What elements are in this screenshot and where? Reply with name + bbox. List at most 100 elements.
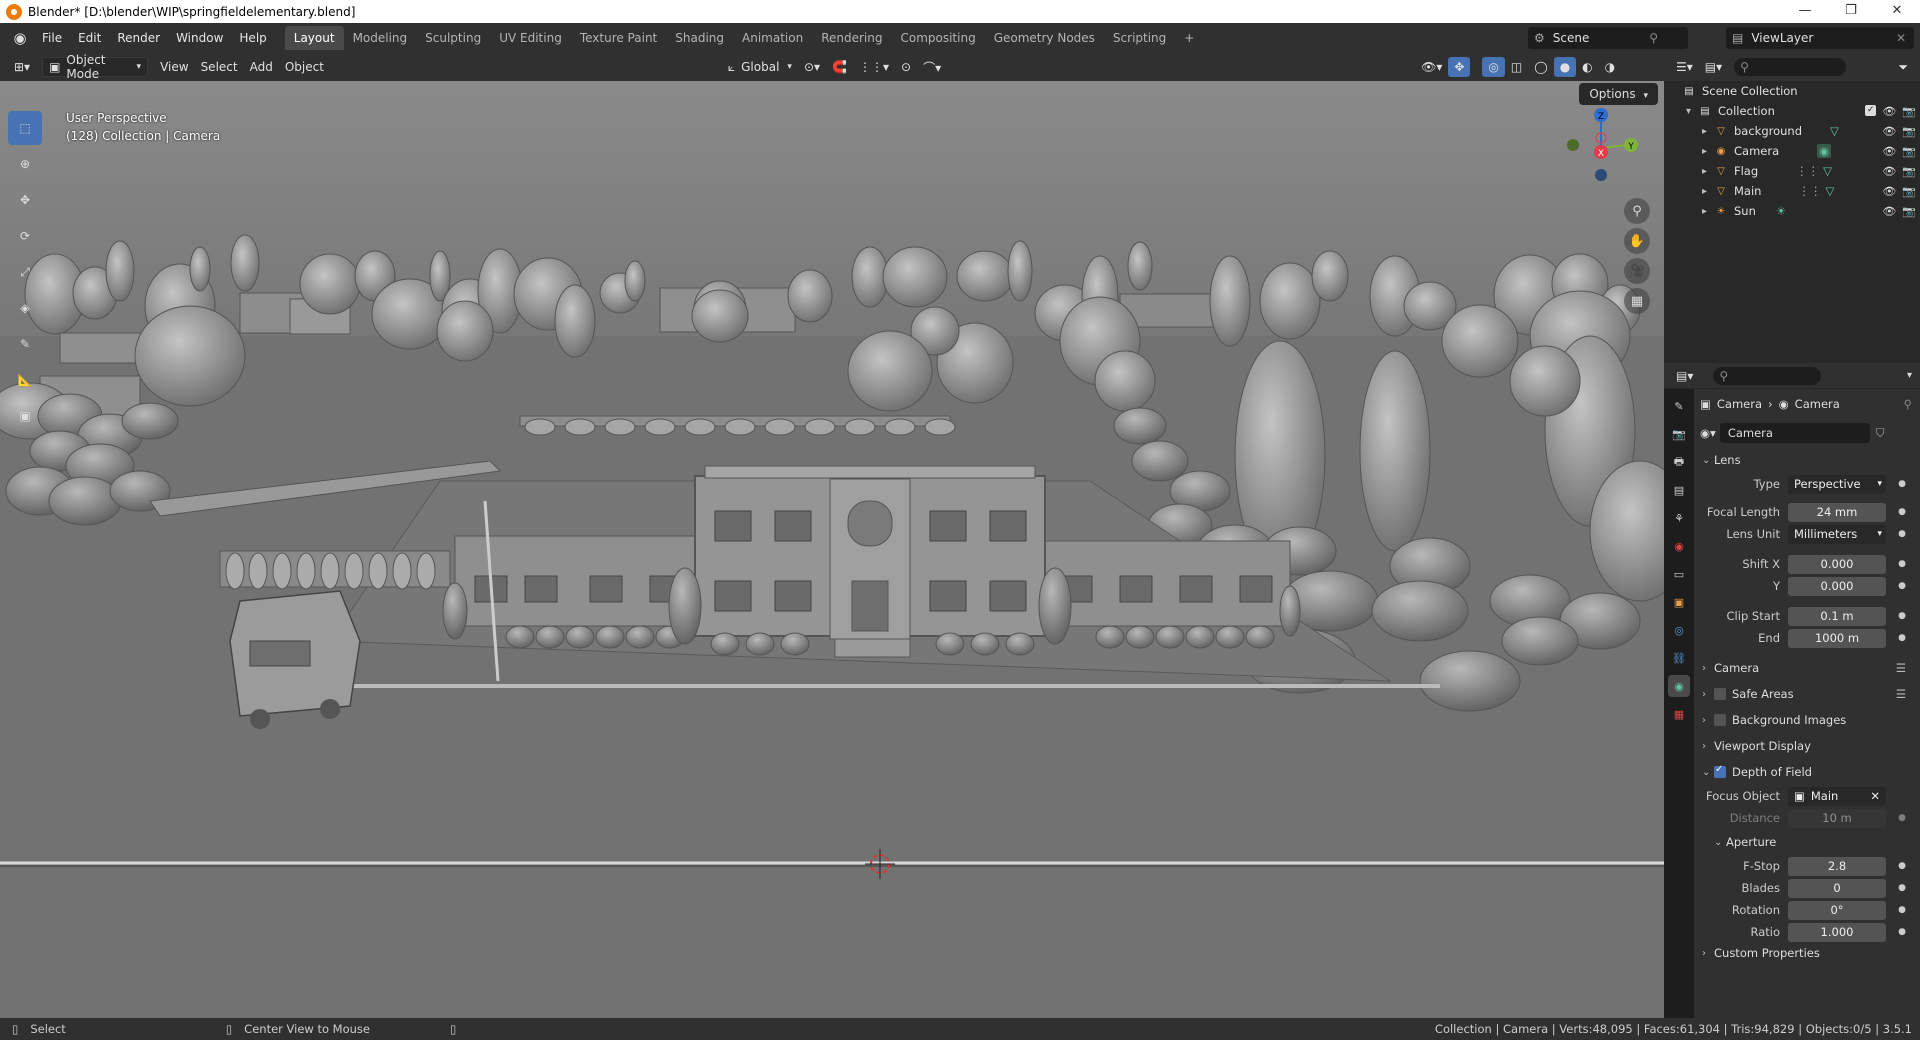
pin-icon[interactable]: ⚲	[1904, 397, 1912, 411]
xray-toggle-icon[interactable]: ◫	[1505, 57, 1528, 77]
keyframe-dot-icon[interactable]: ●	[1898, 507, 1906, 517]
tab-shading[interactable]: Shading	[666, 26, 733, 50]
output-tab-icon[interactable]: 🖶	[1668, 451, 1690, 473]
overlay-toggle-icon[interactable]: ◎	[1482, 57, 1505, 77]
expand-icon[interactable]: ▸	[1702, 166, 1714, 177]
menu-window[interactable]: Window	[168, 31, 231, 45]
render-camera-icon[interactable]: 📷	[1902, 105, 1916, 118]
keyframe-dot-icon[interactable]: ●	[1898, 581, 1906, 591]
pivot-point-icon[interactable]: ⊙▾	[798, 57, 826, 77]
transform-tool[interactable]: ◈	[8, 291, 42, 325]
scale-tool[interactable]: ⤢	[8, 255, 42, 289]
ratio-field[interactable]: 1.000	[1788, 922, 1886, 942]
measure-tool[interactable]: 📐	[8, 363, 42, 397]
tab-texture-paint[interactable]: Texture Paint	[571, 26, 666, 50]
fstop-field[interactable]: 2.8	[1788, 856, 1886, 876]
render-camera-icon[interactable]: 📷	[1902, 125, 1916, 138]
render-camera-icon[interactable]: 📷	[1902, 205, 1916, 218]
expand-icon[interactable]: ▸	[1702, 126, 1714, 137]
eye-icon[interactable]: 👁	[1882, 205, 1896, 218]
snap-icon[interactable]: 🧲	[826, 57, 853, 77]
lens-type-dropdown[interactable]: Perspective ▾	[1788, 474, 1886, 494]
close-button[interactable]: ✕	[1874, 0, 1920, 23]
move-tool[interactable]: ✥	[8, 183, 42, 217]
constraints-tab-icon[interactable]: ⛓	[1668, 647, 1690, 669]
chevron-down-icon[interactable]: ▾	[1907, 370, 1912, 381]
menu-add[interactable]: Add	[244, 57, 279, 77]
eye-icon[interactable]: 👁	[1882, 145, 1896, 158]
navigation-gizmo[interactable]: Z Y X	[1556, 103, 1646, 193]
clip-start-field[interactable]: 0.1 m	[1788, 606, 1886, 626]
background-images-section-header[interactable]: › Background Images	[1694, 707, 1920, 733]
annotate-tool[interactable]: ✎	[8, 327, 42, 361]
pan-hand-icon[interactable]: ✋	[1624, 228, 1650, 254]
menu-file[interactable]: File	[34, 31, 70, 45]
eye-icon[interactable]: 👁	[1882, 165, 1896, 178]
expand-icon[interactable]: ▸	[1702, 206, 1714, 217]
add-workspace-button[interactable]: +	[1175, 26, 1203, 50]
render-camera-icon[interactable]: 📷	[1902, 145, 1916, 158]
outliner-item[interactable]: ▸ ▽ background ▽ 👁 📷	[1664, 121, 1920, 141]
tab-modeling[interactable]: Modeling	[344, 26, 417, 50]
viewport-display-section-header[interactable]: › Viewport Display	[1694, 733, 1920, 759]
menu-select[interactable]: Select	[195, 57, 244, 77]
tab-rendering[interactable]: Rendering	[812, 26, 891, 50]
options-dropdown[interactable]: Options ▾	[1579, 83, 1658, 105]
include-checkbox[interactable]: ✓	[1865, 104, 1877, 116]
tab-compositing[interactable]: Compositing	[891, 26, 984, 50]
keyframe-dot-icon[interactable]: ●	[1898, 813, 1906, 823]
proportional-edit-icon[interactable]: ⊙	[895, 57, 917, 77]
keyframe-dot-icon[interactable]: ●	[1898, 559, 1906, 569]
tab-uv-editing[interactable]: UV Editing	[490, 26, 571, 50]
gizmo-toggle-icon[interactable]: ✥	[1448, 57, 1471, 77]
dof-section-header[interactable]: ⌄ Depth of Field	[1694, 759, 1920, 785]
maximize-button[interactable]: ❐	[1828, 0, 1874, 23]
keyframe-dot-icon[interactable]: ●	[1898, 611, 1906, 621]
safe-areas-section-header[interactable]: › Safe Areas ☰	[1694, 681, 1920, 707]
outliner-editor-icon[interactable]: ☰▾	[1670, 57, 1699, 77]
lens-section-header[interactable]: ⌄ Lens	[1694, 447, 1920, 473]
editor-type-icon[interactable]: ⊞▾	[8, 57, 36, 77]
clip-end-field[interactable]: 1000 m	[1788, 628, 1886, 648]
camera-section-header[interactable]: › Camera ☰	[1694, 655, 1920, 681]
filter-icon[interactable]: ⏷	[1892, 57, 1914, 77]
transform-orientation-selector[interactable]: ⟀ Global ▾	[722, 57, 798, 77]
render-tab-icon[interactable]: 📷	[1668, 423, 1690, 445]
expand-icon[interactable]: ▸	[1702, 186, 1714, 197]
add-cube-tool[interactable]: ▣	[8, 399, 42, 433]
outliner-item[interactable]: ▸ ◉ Camera ◉ 👁 📷	[1664, 141, 1920, 161]
tab-layout[interactable]: Layout	[284, 26, 344, 50]
camera-view-icon[interactable]: 🎥	[1624, 258, 1650, 284]
object-tab-icon[interactable]: ▣	[1668, 591, 1690, 613]
mode-selector[interactable]: ▣ Object Mode ▾	[42, 53, 149, 81]
world-tab-icon[interactable]: ◉	[1668, 535, 1690, 557]
list-icon[interactable]: ☰	[1896, 687, 1906, 701]
pin-icon[interactable]: ⚲	[1649, 31, 1658, 45]
properties-editor-icon[interactable]: ▤▾	[1670, 366, 1699, 386]
3d-viewport[interactable]: ⬚ ⊕ ✥ ⟳ ⤢ ◈ ✎ 📐 ▣ User Perspective (128)…	[0, 81, 1664, 1018]
camera-datablock-icon[interactable]: ◉▾	[1700, 426, 1716, 440]
aperture-section-header[interactable]: ⌄ Aperture	[1694, 829, 1920, 855]
menu-render[interactable]: Render	[109, 31, 168, 45]
focus-object-field[interactable]: ▣ Main ✕	[1788, 786, 1886, 806]
fake-user-icon[interactable]: ⛉	[1876, 426, 1885, 441]
render-camera-icon[interactable]: 📷	[1902, 165, 1916, 178]
grid-projection-icon[interactable]: ▦	[1624, 288, 1650, 314]
cursor-tool[interactable]: ⊕	[8, 147, 42, 181]
keyframe-dot-icon[interactable]: ●	[1898, 927, 1906, 937]
render-camera-icon[interactable]: 📷	[1902, 185, 1916, 198]
keyframe-dot-icon[interactable]: ●	[1898, 883, 1906, 893]
shading-solid-icon[interactable]: ●	[1553, 57, 1577, 77]
menu-edit[interactable]: Edit	[70, 31, 109, 45]
collection-tab-icon[interactable]: ▭	[1668, 563, 1690, 585]
clear-icon[interactable]: ✕	[1870, 787, 1880, 806]
tool-tab-icon[interactable]: ✎	[1668, 395, 1690, 417]
tab-sculpting[interactable]: Sculpting	[416, 26, 490, 50]
keyframe-dot-icon[interactable]: ●	[1898, 861, 1906, 871]
shading-material-icon[interactable]: ◐	[1576, 57, 1598, 77]
physics-tab-icon[interactable]: ◎	[1668, 619, 1690, 641]
close-icon[interactable]: ✕	[1896, 31, 1906, 45]
view-layer-tab-icon[interactable]: ▤	[1668, 479, 1690, 501]
select-box-tool[interactable]: ⬚	[8, 111, 42, 145]
dof-checkbox[interactable]	[1714, 764, 1726, 778]
